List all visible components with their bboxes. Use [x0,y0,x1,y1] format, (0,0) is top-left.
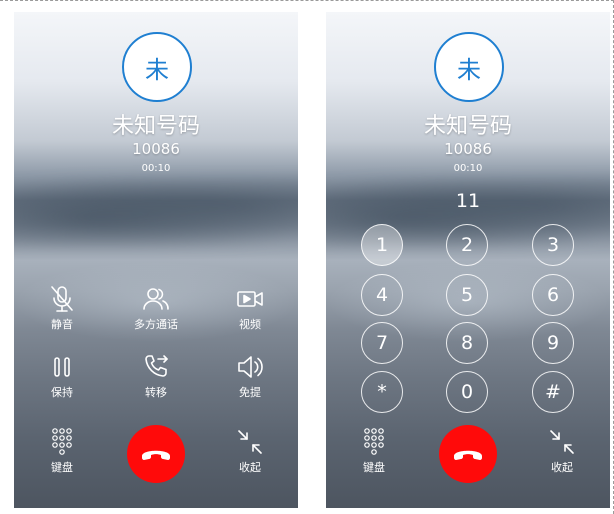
collapse-label: 收起 [551,461,573,474]
hangup-button[interactable] [127,425,185,483]
caller-name: 未知号码 [111,114,200,139]
hold-label: 保持 [51,386,73,399]
caller-avatar: 未 [434,32,504,102]
collapse-arrows-icon [550,430,574,454]
phone-hangup-icon [454,450,482,460]
phone-forward-icon [145,355,168,377]
dialed-digits: 11 [455,190,481,212]
collapse-button[interactable]: 收起 [210,427,290,475]
dial-key-9[interactable]: 9 [532,322,574,364]
conference-call-label: 多方通话 [134,318,178,331]
keypad-button[interactable]: 键盘 [334,427,414,475]
collapse-button[interactable]: 收起 [522,427,602,475]
keypad-label: 键盘 [363,461,385,474]
dial-key-1[interactable]: 1 [361,224,403,266]
dial-key-star[interactable]: * [361,371,403,413]
transfer-label: 转移 [145,386,167,399]
video-label: 视频 [239,318,261,331]
video-camera-icon [237,291,263,307]
hold-button[interactable]: 保持 [22,352,102,400]
keypad-label: 键盘 [51,461,73,474]
pause-icon [54,357,70,377]
caller-number: 10086 [444,140,492,158]
video-button[interactable]: 视频 [210,284,290,332]
collapse-label: 收起 [239,461,261,474]
caller-name: 未知号码 [423,114,512,139]
mic-off-icon [51,286,73,312]
dial-key-hash[interactable]: # [532,371,574,413]
call-screen-controls: 未 未知号码 10086 00:10 静音 多方通话 视频 保持 转移 免提 键… [14,12,298,508]
dial-key-2[interactable]: 2 [446,224,488,266]
call-timer: 00:10 [141,163,171,174]
mute-label: 静音 [51,318,73,331]
dialpad-icon [364,428,384,455]
caller-number: 10086 [132,140,180,158]
keypad-button[interactable]: 键盘 [22,427,102,475]
dial-key-5[interactable]: 5 [446,274,488,316]
mute-button[interactable]: 静音 [22,284,102,332]
dialpad-icon [52,428,72,455]
conference-call-button[interactable]: 多方通话 [116,284,196,332]
dial-key-7[interactable]: 7 [361,322,403,364]
collapse-arrows-icon [238,430,262,454]
phone-hangup-icon [142,450,170,460]
transfer-button[interactable]: 转移 [116,352,196,400]
dial-key-0[interactable]: 0 [446,371,488,413]
dial-key-8[interactable]: 8 [446,322,488,364]
avatar-initial: 未 [457,55,481,84]
people-icon [143,288,169,310]
call-screen-dialpad: 未 未知号码 10086 00:10 11 1 2 3 4 5 6 7 8 9 … [326,12,610,508]
hangup-button[interactable] [439,425,497,483]
speaker-label: 免提 [239,386,261,399]
speaker-button[interactable]: 免提 [210,352,290,400]
dial-key-3[interactable]: 3 [532,224,574,266]
speaker-icon [238,356,263,378]
caller-avatar: 未 [122,32,192,102]
avatar-initial: 未 [145,55,169,84]
dial-key-6[interactable]: 6 [532,274,574,316]
call-timer: 00:10 [453,163,483,174]
dial-key-4[interactable]: 4 [361,274,403,316]
